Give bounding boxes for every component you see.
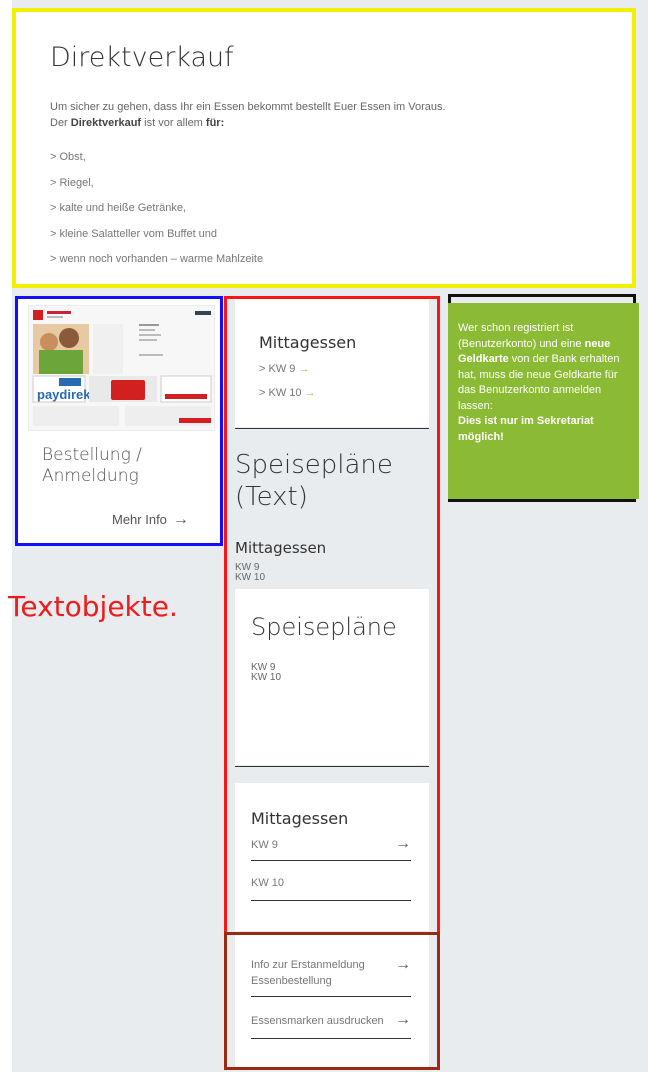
card-title: Mittagessen bbox=[251, 809, 349, 828]
links-card: Info zur Erstanmeldung Essenbestellung → … bbox=[235, 935, 429, 1067]
kw9-link[interactable]: > KW 9 → bbox=[259, 363, 309, 375]
card-title: Mittagessen bbox=[259, 333, 357, 352]
arrow-right-icon: → bbox=[395, 835, 411, 852]
mehr-info-label: Mehr Info bbox=[112, 512, 167, 527]
links-section: Info zur Erstanmeldung Essenbestellung → … bbox=[224, 932, 440, 1070]
essensmarken-link[interactable]: Essensmarken ausdrucken → bbox=[251, 1011, 411, 1039]
kw10-label: > KW 10 bbox=[259, 387, 302, 399]
intro-line-2: Der Direktverkauf ist vor allem für: bbox=[50, 115, 602, 131]
card-title: Bestellung / Anmeldung bbox=[42, 445, 142, 486]
divider bbox=[235, 428, 429, 429]
row-label: Info zur Erstanmeldung Essenbestellung bbox=[251, 959, 365, 987]
mittagessen-list-card: Mittagessen KW 9 → KW 10 bbox=[235, 783, 429, 931]
intro-bold-direktverkauf: Direktverkauf bbox=[70, 117, 142, 129]
arrow-right-icon: → bbox=[304, 387, 316, 399]
row-label: Essensmarken ausdrucken bbox=[251, 1015, 384, 1027]
speiseplaene-text-heading: Speisepläne (Text) bbox=[235, 450, 393, 512]
row-label: KW 10 bbox=[251, 877, 285, 889]
intro-line-1: Um sicher zu gehen, dass Ihr ein Essen b… bbox=[50, 101, 446, 113]
kw9-label: > KW 9 bbox=[259, 363, 296, 375]
arrow-right-icon: → bbox=[395, 956, 411, 973]
speiseplaene-text-sub: Mittagessen bbox=[235, 539, 327, 557]
list-item: > kalte und heiße Getränke, bbox=[50, 202, 187, 214]
website-thumbnail: paydirekt bbox=[28, 305, 215, 431]
speiseplaene-card: Speisepläne KW 9 KW 10 bbox=[235, 589, 429, 765]
kw10-text[interactable]: KW 10 bbox=[235, 573, 265, 583]
section-title: Direktverkauf bbox=[50, 42, 234, 73]
card-title: Speisepläne bbox=[251, 613, 397, 641]
intro-bold-fuer: für: bbox=[205, 117, 225, 129]
kw10-row[interactable]: KW 10 bbox=[251, 877, 411, 901]
arrow-right-icon: → bbox=[395, 1011, 411, 1028]
arrow-right-icon: → bbox=[172, 511, 189, 528]
mehr-info-link[interactable]: Mehr Info → bbox=[112, 511, 189, 529]
list-item: > kleine Salatteller vom Buffet und bbox=[50, 227, 218, 240]
direktverkauf-section: Direktverkauf Um sicher zu gehen, dass I… bbox=[12, 8, 636, 288]
arrow-right-icon: → bbox=[298, 363, 310, 375]
product-list: > Obst, > Riegel, > kalte und heiße Getr… bbox=[50, 145, 602, 273]
kw10-link[interactable]: > KW 10 → bbox=[259, 387, 316, 399]
intro-paragraph: Um sicher zu gehen, dass Ihr ein Essen b… bbox=[50, 99, 602, 131]
list-item: > Riegel, bbox=[50, 176, 94, 189]
erstanmeldung-link[interactable]: Info zur Erstanmeldung Essenbestellung → bbox=[251, 957, 411, 997]
list-item: > wenn noch vorhanden – warme Mahlzeite bbox=[50, 253, 264, 265]
intro-line-2-mid: ist vor allem bbox=[141, 117, 206, 129]
thumbnail-image: paydirekt bbox=[29, 306, 214, 430]
list-item: > Obst, bbox=[50, 151, 86, 163]
notice-frame: Wer schon registriert ist (Benutzerkonto… bbox=[448, 294, 639, 502]
svg-text:paydirekt: paydirekt bbox=[37, 387, 95, 402]
row-label: KW 9 bbox=[251, 839, 278, 851]
kw9-row[interactable]: KW 9 → bbox=[251, 835, 411, 861]
geldkarte-notice: Wer schon registriert ist (Benutzerkonto… bbox=[448, 303, 639, 499]
annotation-label: Textobjekte. bbox=[8, 590, 178, 623]
text-objects-column: Mittagessen > KW 9 → > KW 10 → Speiseplä… bbox=[224, 296, 440, 936]
bestellung-card[interactable]: paydirekt Bestellung / Anmeldung Mehr In… bbox=[15, 296, 223, 546]
intro-line-2-text: Der bbox=[50, 117, 71, 129]
notice-bold-final: Dies ist nur im Sekretariat möglich! bbox=[458, 415, 594, 443]
kw10-link[interactable]: KW 10 bbox=[251, 673, 281, 683]
divider bbox=[235, 766, 429, 767]
mittagessen-card: Mittagessen > KW 9 → > KW 10 → bbox=[235, 299, 429, 427]
notice-text: Wer schon registriert ist (Benutzerkonto… bbox=[458, 322, 585, 350]
